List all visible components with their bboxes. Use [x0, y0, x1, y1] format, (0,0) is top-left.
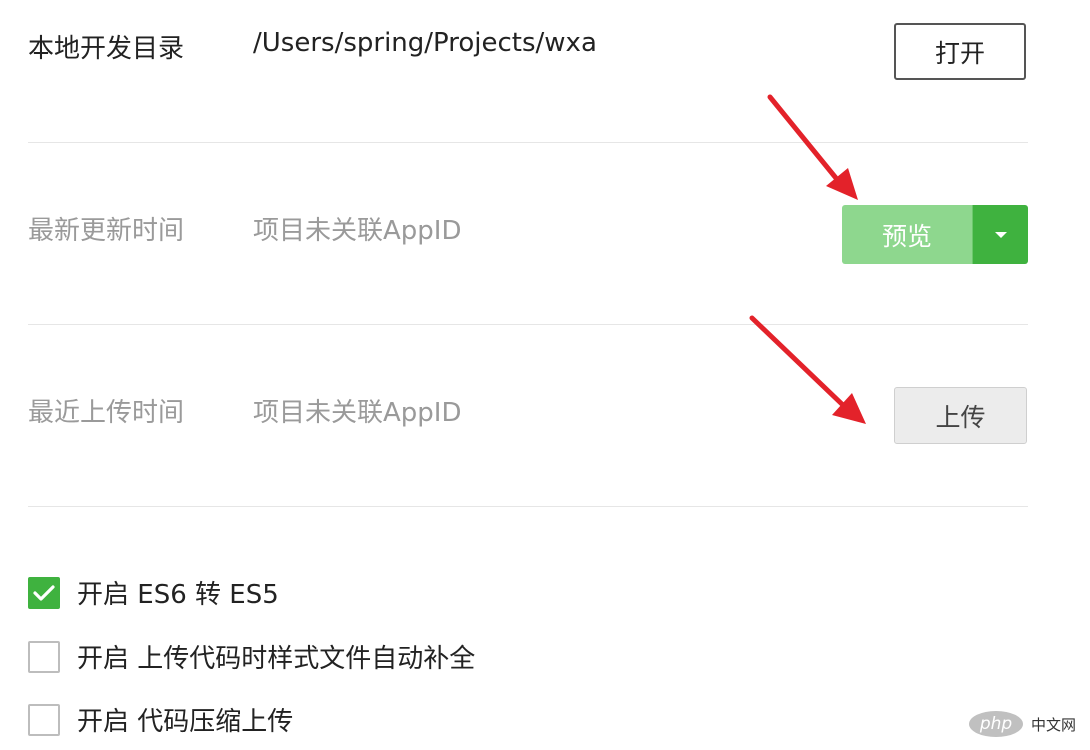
watermark: php 中文网 [967, 709, 1076, 739]
annotation-arrows [749, 94, 866, 424]
arrow-icon [767, 94, 858, 200]
php-logo: php [967, 709, 1025, 739]
watermark-text: 中文网 [1031, 715, 1077, 734]
arrow-icon [749, 315, 866, 424]
